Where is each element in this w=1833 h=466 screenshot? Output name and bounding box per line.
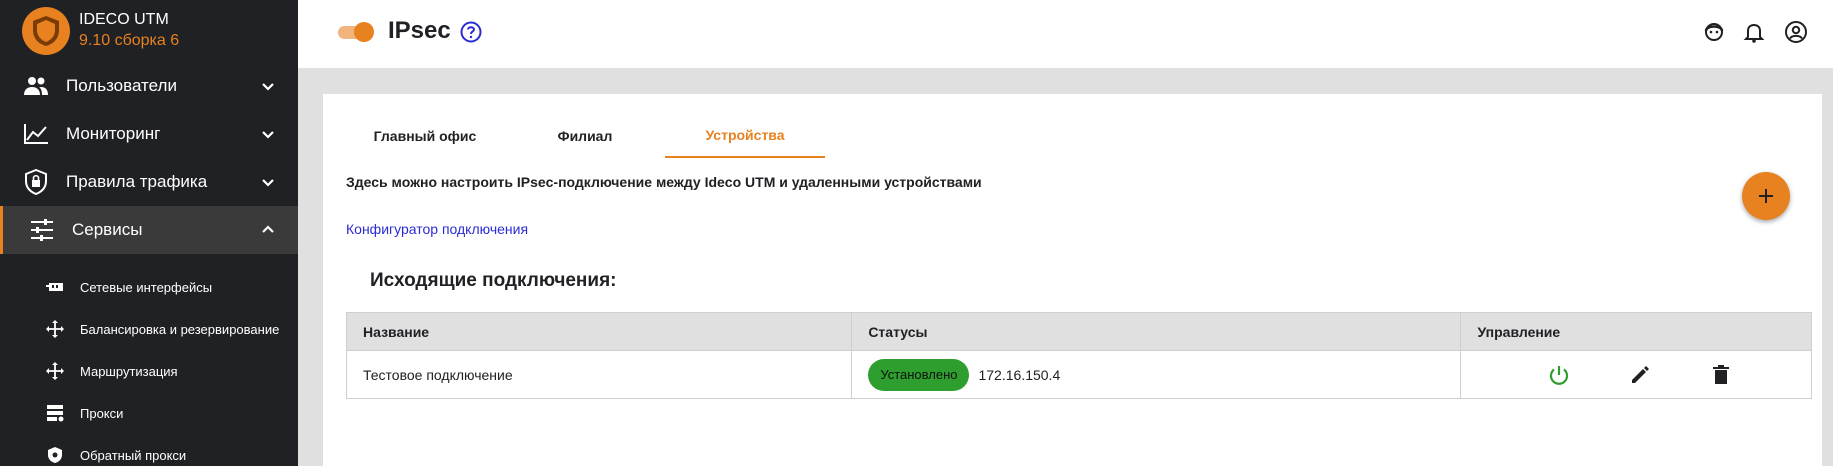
- connection-name: Тестовое подключение: [347, 351, 853, 398]
- sidebar-subitem-network-interfaces[interactable]: Сетевые интерфейсы: [0, 266, 298, 308]
- sidebar-item-monitoring[interactable]: Мониторинг: [0, 110, 298, 158]
- sidebar-subitem-label: Балансировка и резервирование: [80, 321, 280, 337]
- help-icon[interactable]: [460, 21, 482, 43]
- ipsec-toggle[interactable]: [338, 22, 374, 42]
- power-icon[interactable]: [1547, 363, 1571, 387]
- shield-lock-icon: [22, 168, 50, 196]
- chevron-down-icon: [262, 131, 274, 139]
- table-row: Тестовое подключение Установлено 172.16.…: [347, 350, 1811, 398]
- page-title: IPsec: [388, 17, 451, 44]
- connections-table: Название Статусы Управление Тестовое под…: [346, 312, 1812, 399]
- tab-branch[interactable]: Филиал: [505, 114, 665, 158]
- bell-icon[interactable]: [1742, 20, 1766, 44]
- users-icon: [22, 72, 50, 100]
- sidebar-subitem-label: Маршрутизация: [80, 363, 178, 379]
- chart-line-icon: [22, 120, 50, 148]
- sidebar: IDECO UTM 9.10 сборка 6 Пользователи Мон…: [0, 0, 298, 466]
- tab-main-office[interactable]: Главный офис: [345, 114, 505, 158]
- remote-ip: 172.16.150.4: [978, 366, 1061, 383]
- status-badge: Установлено: [868, 358, 970, 391]
- sidebar-item-label: Пользователи: [66, 76, 177, 95]
- column-header-actions: Управление: [1477, 323, 1561, 340]
- sidebar-subitem-routing[interactable]: Маршрутизация: [0, 350, 298, 392]
- table-header: Название Статусы Управление: [347, 313, 1811, 350]
- chevron-down-icon: [262, 179, 274, 187]
- brand-logo-icon: [22, 7, 70, 55]
- sidebar-item-services[interactable]: Сервисы: [0, 206, 298, 254]
- plus-icon: [1759, 189, 1773, 203]
- sidebar-item-label: Сервисы: [72, 220, 143, 239]
- connection-configurator-link[interactable]: Конфигуратор подключения: [346, 221, 528, 237]
- sidebar-item-label: Правила трафика: [66, 172, 208, 191]
- sidebar-item-traffic-rules[interactable]: Правила трафика: [0, 158, 298, 206]
- sliders-icon: [28, 216, 56, 244]
- column-header-name: Название: [347, 313, 853, 350]
- chevron-up-icon: [262, 225, 274, 233]
- server-icon: [46, 404, 64, 422]
- account-icon[interactable]: [1784, 20, 1808, 44]
- sidebar-subitem-reverse-proxy[interactable]: Обратный прокси: [0, 434, 298, 466]
- arrows-split-icon: [46, 320, 64, 338]
- tab-devices[interactable]: Устройства: [665, 114, 825, 158]
- status-cell: Установлено 172.16.150.4: [852, 351, 1462, 398]
- brand-name: IDECO UTM: [79, 11, 169, 28]
- brand: IDECO UTM 9.10 сборка 6: [0, 0, 298, 62]
- edit-icon[interactable]: [1628, 363, 1652, 387]
- support-agent-icon[interactable]: [1702, 20, 1726, 44]
- sidebar-subitem-balancing[interactable]: Балансировка и резервирование: [0, 308, 298, 350]
- sidebar-item-users[interactable]: Пользователи: [0, 62, 298, 110]
- arrows-all-icon: [46, 362, 64, 380]
- column-header-status: Статусы: [852, 313, 1462, 350]
- sidebar-item-label: Мониторинг: [66, 124, 161, 143]
- tabs: Главный офис Филиал Устройства: [345, 114, 825, 158]
- top-header: IPsec: [298, 0, 1833, 68]
- description-text: Здесь можно настроить IPsec-подключение …: [346, 174, 982, 190]
- delete-icon[interactable]: [1709, 363, 1733, 387]
- sidebar-subitem-label: Обратный прокси: [80, 447, 187, 463]
- chevron-down-icon: [262, 83, 274, 91]
- network-card-icon: [46, 278, 64, 296]
- add-connection-button[interactable]: [1742, 172, 1790, 220]
- sidebar-subitem-label: Сетевые интерфейсы: [80, 279, 213, 295]
- main-card: Главный офис Филиал Устройства Здесь мож…: [323, 94, 1822, 466]
- sidebar-subitem-proxy[interactable]: Прокси: [0, 392, 298, 434]
- sidebar-subitem-label: Прокси: [80, 405, 124, 421]
- brand-version: 9.10 сборка 6: [79, 32, 180, 49]
- section-title: Исходящие подключения:: [370, 270, 617, 291]
- shield-icon: [46, 446, 64, 464]
